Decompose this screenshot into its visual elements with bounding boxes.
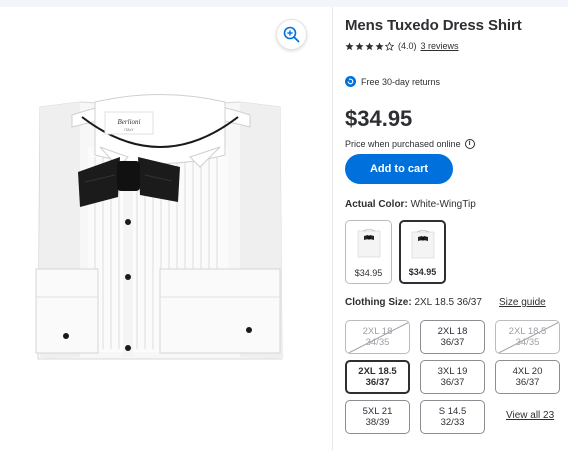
size-option-line2: 38/39 [365,417,390,428]
rating-value: (4.0) [398,41,417,51]
top-strip [0,0,568,7]
size-option-line1: 5XL 21 [362,406,393,417]
star-icon [375,41,384,50]
size-option-selected[interactable]: 2XL 18.5 36/37 [345,360,410,394]
star-icon [345,41,354,50]
size-value: 2XL 18.5 36/37 [414,297,482,308]
size-option-line2: 34/35 [365,337,390,348]
pane-divider [332,7,333,450]
size-option-line1: 2XL 18.5 [358,366,397,377]
returns-text: Free 30-day returns [361,76,441,87]
product-image[interactable]: Berlioni ITALY [0,7,332,450]
add-to-cart-button[interactable]: Add to cart [345,154,453,184]
return-arrow-icon [345,76,356,87]
product-title: Mens Tuxedo Dress Shirt [345,17,522,34]
size-option[interactable]: 2XL 18 36/37 [420,320,485,354]
size-option-unavailable[interactable]: 2XL 18 34/35 [345,320,410,354]
size-option[interactable]: 4XL 20 36/37 [495,360,560,394]
star-icon [355,41,364,50]
size-option[interactable]: S 14.5 32/33 [420,400,485,434]
swatch-price: $34.95 [408,267,437,277]
size-option-line1: S 14.5 [438,406,467,417]
swatch-thumbnail [357,229,380,258]
color-label-key: Actual Color: [345,199,408,210]
star-rating [345,41,394,51]
size-option-line2: 36/37 [515,377,540,388]
online-price-note: Price when purchased online i [345,139,475,149]
returns-info: Free 30-day returns [345,76,440,87]
info-icon[interactable]: i [464,139,475,149]
color-swatch[interactable]: $34.95 [345,220,392,284]
swatch-price: $34.95 [354,268,383,278]
swatch-thumbnail [411,230,434,259]
size-option-line1: 4XL 20 [512,366,543,377]
size-option-line1: 2XL 18 [437,326,468,337]
size-option-line1: 2XL 18.5 [508,326,547,337]
size-option-line2: 36/37 [440,377,465,388]
color-value: White-WingTip [410,199,476,210]
rating-row: (4.0) 3 reviews [345,41,459,51]
size-label-key: Clothing Size: [345,297,412,308]
shirt-illustration: Berlioni ITALY [35,94,283,360]
size-option-line2: 34/35 [515,337,540,348]
size-option-line1: 2XL 18 [362,326,393,337]
reviews-link[interactable]: 3 reviews [421,41,459,51]
collar-label-sub: ITALY [124,128,134,132]
size-guide-link[interactable]: Size guide [499,297,546,308]
collar-label-brand: Berlioni [118,118,141,126]
size-option[interactable]: 3XL 19 36/37 [420,360,485,394]
size-option-line2: 32/33 [440,417,465,428]
size-option-unavailable[interactable]: 2XL 18.5 34/35 [495,320,560,354]
star-icon [365,41,374,50]
zoom-in-icon [283,26,300,43]
size-option-line2: 36/37 [365,377,390,388]
size-option[interactable]: 5XL 21 38/39 [345,400,410,434]
star-empty-icon [385,41,394,51]
online-price-note-text: Price when purchased online [345,139,461,149]
size-label: Clothing Size: 2XL 18.5 36/37 [345,297,482,308]
product-image-pane: Berlioni ITALY [0,7,332,450]
color-swatch-selected[interactable]: $34.95 [399,220,446,284]
view-all-sizes-link[interactable]: View all 23 [506,410,554,421]
size-option-line2: 36/37 [440,337,465,348]
product-price: $34.95 [345,106,413,131]
color-label: Actual Color: White-WingTip [345,199,476,210]
size-option-line1: 3XL 19 [437,366,468,377]
zoom-button[interactable] [276,19,307,50]
